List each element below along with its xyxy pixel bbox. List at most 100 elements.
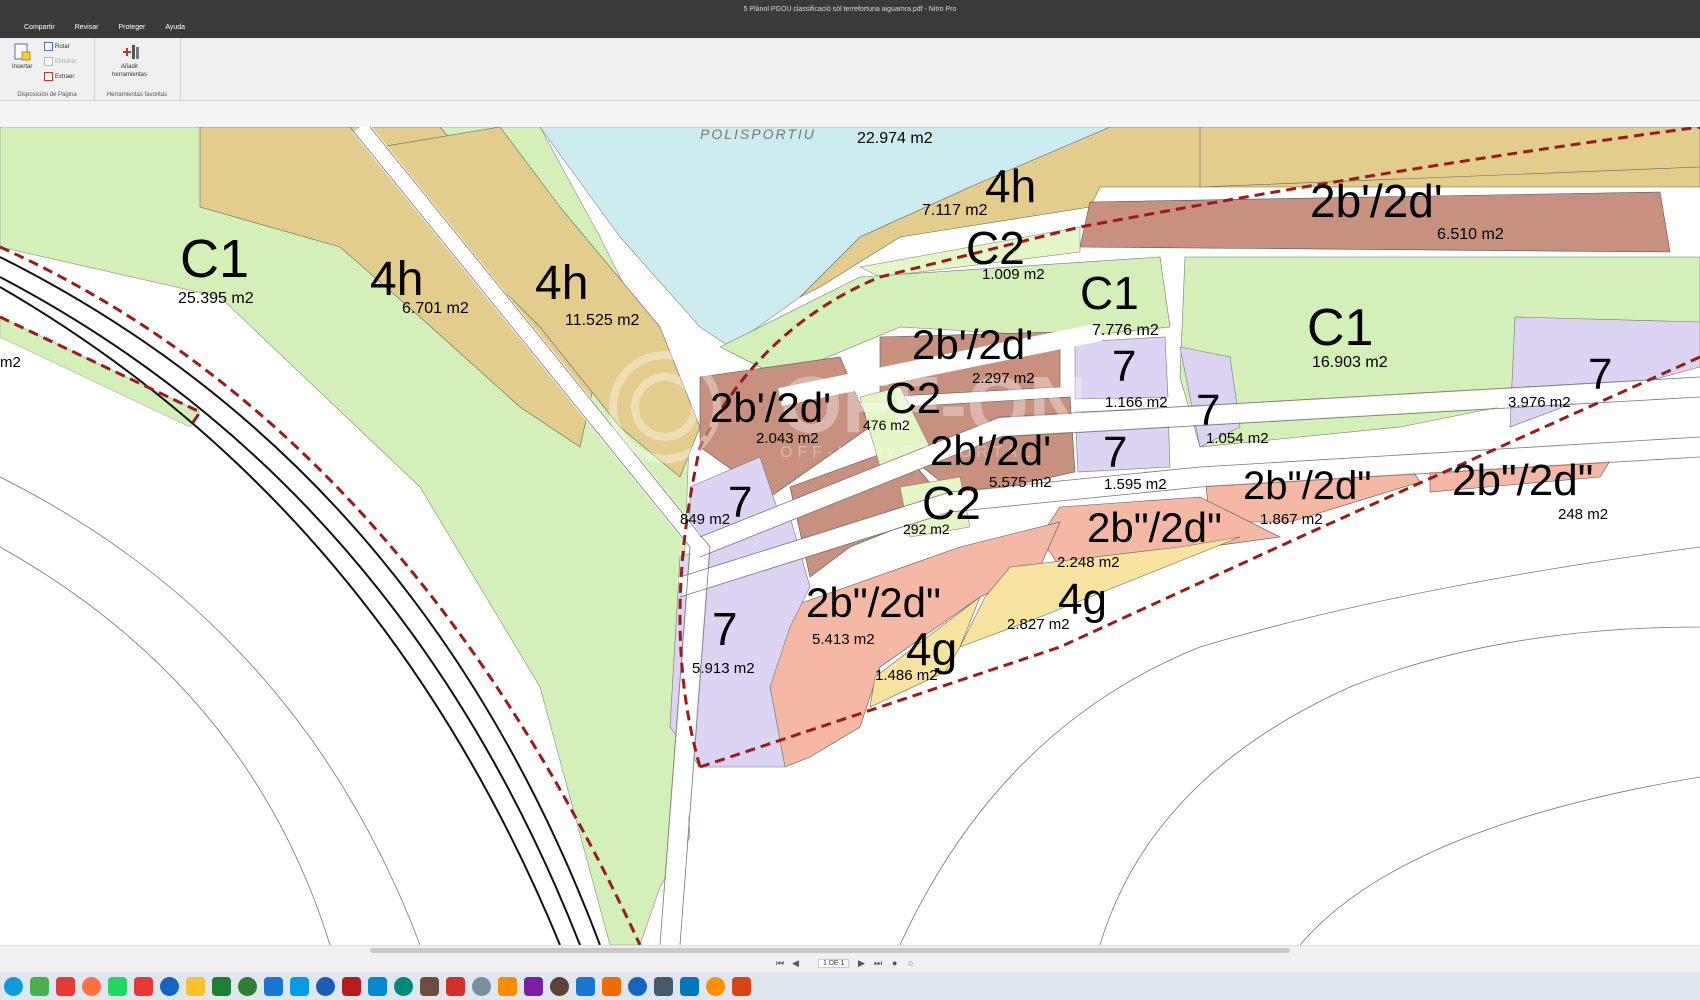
zone-area: 22.974 m2 [857,130,933,147]
zone-area: 476 m2 [863,417,910,433]
first-page-icon[interactable]: ⏮ [776,958,784,969]
app7-icon[interactable] [524,976,543,996]
anadir-label-2: herramientas [112,72,148,78]
zone-area: 2.297 m2 [972,370,1035,387]
ribbon-group-favoritas: Añadir herramientas Herramientas favorit… [94,38,181,100]
document-viewport[interactable]: OFF-ON OFF-MARKET PORTAL POLISPORTIU C1 … [0,127,1700,945]
zone-code: 2b'/2d' [930,427,1051,474]
zone-code: 2b"/2d" [1087,504,1222,551]
zone-area: 5.913 m2 [692,660,755,677]
zone-code: 7 [1196,386,1220,435]
zone-area: 1.054 m2 [1206,430,1269,447]
app2-icon[interactable] [368,976,387,996]
insert-page-icon [14,43,31,61]
zoning-map: OFF-ON OFF-MARKET PORTAL POLISPORTIU C1 … [0,127,1700,945]
app6-icon[interactable] [498,976,517,996]
rotar-button[interactable]: Rotar [44,42,70,51]
zone-code: 7 [1588,350,1612,399]
rotar-label: Rotar [55,43,70,50]
zone-code: 7 [728,478,752,527]
zone-code: 7 [712,603,738,655]
firefox-icon[interactable] [56,976,75,996]
whatsapp-icon[interactable] [82,976,101,996]
last-page-icon[interactable]: ⏭ [874,958,882,969]
app5-icon[interactable] [472,976,491,996]
app4-icon[interactable] [446,976,465,996]
title-bar: 5 Plànol PGOU classificació sòl terrefor… [0,0,1700,38]
zone-area: 11.525 m2 [565,312,640,329]
zone-area: 1.009 m2 [982,266,1045,283]
zone-area: 5.413 m2 [812,631,875,648]
menu-ayuda[interactable]: Ayuda [155,22,195,33]
zone-code: 2b'/2d' [912,321,1033,368]
excel-icon[interactable] [186,976,205,996]
eliminar-button[interactable]: Eliminar [44,57,77,66]
scroll-thumb[interactable] [370,948,1290,953]
next-page-icon[interactable]: ▶ [858,958,865,969]
zone-area: 849 m2 [680,511,730,528]
photos-icon[interactable] [394,976,413,996]
anadir-label-1: Añadir [120,64,139,70]
zone-code: 4h [535,257,588,310]
outlook-icon[interactable] [134,976,153,996]
zone-area: 1.595 m2 [1104,476,1167,493]
ribbon-group-pagina: Insertar Rotar Eliminar Extraer Disposic… [0,38,95,100]
extraer-label: Extraer [55,73,75,80]
extraer-button[interactable]: Extraer [44,72,74,81]
prev-page-icon[interactable]: ◀ [792,958,799,969]
polisportiu-label: POLISPORTIU [700,127,816,142]
calculator-icon[interactable] [212,976,231,996]
app11-icon[interactable] [680,976,699,996]
opera-icon[interactable] [108,976,127,996]
add-tools-icon [122,45,139,59]
skype2-icon[interactable] [342,976,361,996]
chrome-icon[interactable] [30,976,49,996]
app-icon[interactable] [316,976,335,996]
insertar-button[interactable]: Insertar [12,42,32,70]
zone-code: C2 [885,374,941,423]
edge-icon[interactable] [4,976,23,996]
zone-area: 7.117 m2 [922,202,988,219]
window-title: 5 Plànol PGOU classificació sòl terrefor… [743,6,957,13]
word-icon[interactable] [290,976,309,996]
taskbar [0,972,1700,1000]
zone-area: 25.395 m2 [178,290,254,307]
search-app-icon[interactable] [706,976,725,996]
rotate-icon [44,42,53,51]
zone-area: 2.827 m2 [1007,616,1070,633]
menu-compartir[interactable]: Compartir [14,22,65,33]
zone-code: 4h [370,253,423,306]
extract-icon [44,72,53,81]
anadir-herramientas-button[interactable]: Añadir herramientas [112,42,147,78]
delete-icon [44,57,53,66]
vlc-icon[interactable] [576,976,595,996]
zone-area: 3.976 m2 [1508,394,1571,411]
zone-code: 2b"/2d" [806,579,941,626]
eliminar-label: Eliminar [55,58,77,65]
forward-view-icon[interactable]: ○ [908,958,913,968]
zone-area: 5.575 m2 [989,474,1052,491]
nitro-icon[interactable] [732,976,751,996]
zone-area: 1.166 m2 [1105,394,1168,411]
zone-code: 7 [1103,428,1127,477]
zone-area: 16.903 m2 [1312,354,1388,371]
zone-code: 2b"/2d" [1452,456,1593,505]
group-label-pagina: Disposición de Página [17,92,77,98]
zone-area: 292 m2 [903,521,950,537]
back-view-icon[interactable]: ● [892,958,897,968]
app10-icon[interactable] [654,976,673,996]
mail-icon[interactable] [238,976,257,996]
zone-code: 2b'/2d' [1310,175,1443,227]
menu-bar: Compartir Revisar Proteger Ayuda [14,22,195,33]
paint-icon[interactable] [628,976,647,996]
menu-revisar[interactable]: Revisar [65,22,109,33]
app8-icon[interactable] [550,976,569,996]
page-navigation: ⏮ ◀ 1 DE 1 ▶ ⏭ ● ○ [0,955,1700,972]
menu-proteger[interactable]: Proteger [108,22,155,33]
skype-icon[interactable] [264,976,283,996]
app9-icon[interactable] [602,976,621,996]
page-indicator[interactable]: 1 DE 1 [818,959,850,968]
zone-code: C1 [180,229,249,289]
explorer-icon[interactable] [160,976,179,996]
app3-icon[interactable] [420,976,439,996]
